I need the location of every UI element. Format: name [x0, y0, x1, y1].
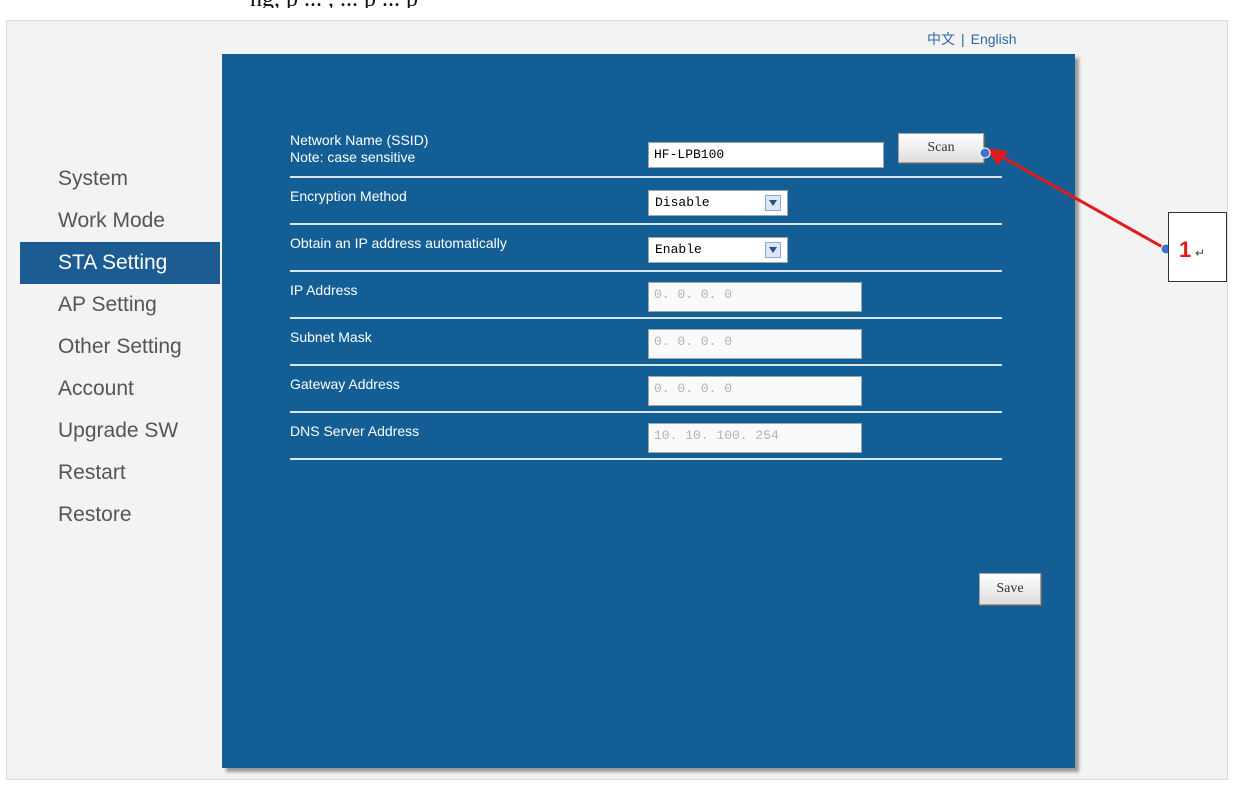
sidebar-item-other-setting[interactable]: Other Setting [20, 326, 220, 368]
callout-box: 1 ↵ [1168, 212, 1227, 282]
chevron-down-icon[interactable] [765, 242, 781, 258]
scan-button[interactable]: Scan [898, 133, 984, 163]
dhcp-select[interactable]: Enable [648, 237, 788, 263]
language-separator: | [961, 31, 965, 47]
encryption-selected-value: Disable [655, 195, 710, 210]
dhcp-row: Obtain an IP address automatically Enabl… [290, 225, 1002, 272]
subnet-mask-row: Subnet Mask 0. 0. 0. 0 [290, 319, 1002, 366]
dhcp-label: Obtain an IP address automatically [290, 235, 507, 251]
ssid-note: Note: case sensitive [290, 149, 416, 165]
dns-input[interactable]: 10. 10. 100. 254 [648, 423, 862, 453]
chinese-language-link[interactable]: 中文 [927, 31, 955, 47]
sidebar-item-restart[interactable]: Restart [20, 452, 220, 494]
subnet-mask-label: Subnet Mask [290, 329, 372, 345]
subnet-mask-input[interactable]: 0. 0. 0. 0 [648, 329, 862, 359]
encryption-label: Encryption Method [290, 188, 407, 204]
sidebar-item-account[interactable]: Account [20, 368, 220, 410]
sidebar-item-sta-setting[interactable]: STA Setting [20, 242, 220, 284]
ssid-input[interactable]: HF-LPB100 [648, 142, 884, 168]
return-mark-icon: ↵ [1195, 246, 1206, 260]
settings-form: Network Name (SSID) Note: case sensitive… [290, 130, 1041, 605]
save-button[interactable]: Save [979, 573, 1041, 605]
sidebar-item-upgrade-sw[interactable]: Upgrade SW [20, 410, 220, 452]
ssid-row: Network Name (SSID) Note: case sensitive… [290, 130, 1002, 178]
language-switch: 中文 | English [927, 29, 1017, 49]
english-language-link[interactable]: English [971, 31, 1017, 47]
dhcp-selected-value: Enable [655, 242, 702, 257]
ssid-label-group: Network Name (SSID) Note: case sensitive [290, 132, 428, 166]
sidebar-item-work-mode[interactable]: Work Mode [20, 200, 220, 242]
sidebar-item-system[interactable]: System [20, 158, 220, 200]
chevron-down-icon[interactable] [765, 195, 781, 211]
gateway-row: Gateway Address 0. 0. 0. 0 [290, 366, 1002, 413]
dns-label: DNS Server Address [290, 423, 420, 439]
dns-row: DNS Server Address 10. 10. 100. 254 [290, 413, 1002, 460]
document-text-fragment: ng, p ... , ... p ... p [0, 0, 1234, 8]
ip-address-label: IP Address [290, 282, 358, 298]
ip-address-row: IP Address 0. 0. 0. 0 [290, 272, 1002, 319]
gateway-input[interactable]: 0. 0. 0. 0 [648, 376, 862, 406]
sidebar-item-ap-setting[interactable]: AP Setting [20, 284, 220, 326]
ip-address-input[interactable]: 0. 0. 0. 0 [648, 282, 862, 312]
encryption-select[interactable]: Disable [648, 190, 788, 216]
sidebar-item-restore[interactable]: Restore [20, 494, 220, 536]
sidebar-nav: System Work Mode STA Setting AP Setting … [20, 158, 220, 536]
callout-number: 1 [1179, 237, 1192, 262]
ssid-label: Network Name (SSID) [290, 132, 429, 148]
sta-settings-panel: Network Name (SSID) Note: case sensitive… [222, 54, 1075, 768]
gateway-label: Gateway Address [290, 376, 400, 392]
encryption-row: Encryption Method Disable [290, 178, 1002, 225]
